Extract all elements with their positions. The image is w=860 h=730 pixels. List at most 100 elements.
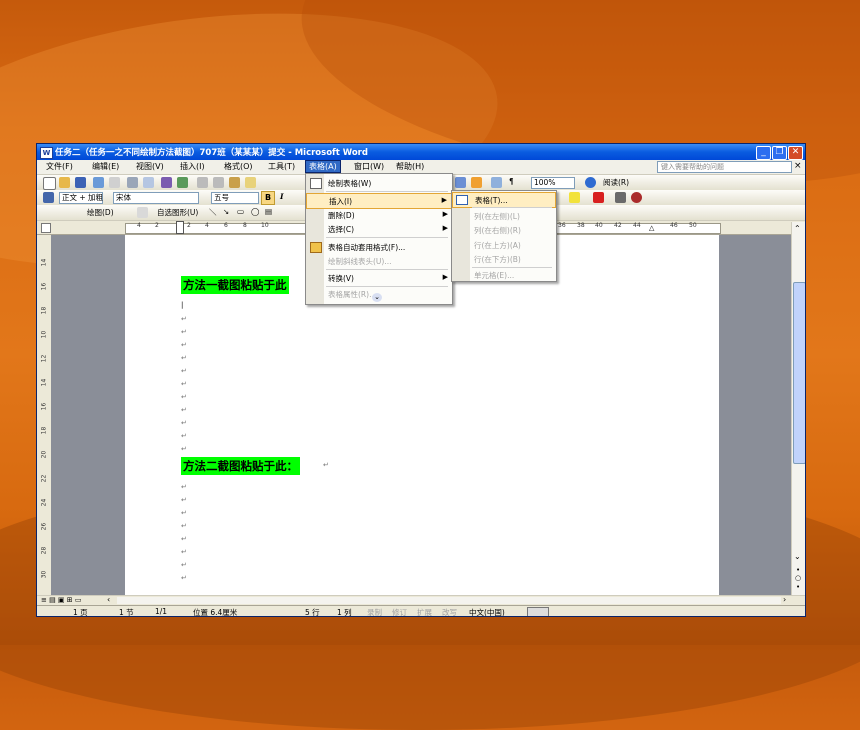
ruler-tick: 36 [558,222,566,229]
print-preview-icon[interactable] [143,177,154,188]
new-icon[interactable] [43,177,56,190]
restore-button[interactable]: ❐ [772,146,787,160]
menu-item-autoformat[interactable]: 表格自动套用格式(F)... [306,240,452,254]
status-language: 中文(中国) [469,608,505,617]
title-bar[interactable]: W 任务二（任务一之不同绘制方法截图）707班（某某某）提交 - Microso… [37,144,805,160]
columns-icon[interactable] [455,177,466,188]
vruler-tick: 20 [40,450,48,459]
prev-page-icon[interactable]: • [796,566,800,574]
help-icon[interactable] [585,177,596,188]
right-indent-marker[interactable]: △ [649,224,654,232]
zoom-dropdown[interactable]: 100% [531,177,575,189]
menu-insert[interactable]: 插入(I) [177,161,208,172]
minimize-button[interactable]: _ [756,146,771,160]
bold-button[interactable]: B [261,191,275,205]
italic-button[interactable]: I [280,192,284,201]
menu-item-convert[interactable]: 转换(V) ▶ [306,271,452,285]
autoshapes-button[interactable]: 自选图形(U) [157,207,198,218]
status-trk[interactable]: 修订 [392,607,407,616]
draw-table-icon [310,178,322,189]
scroll-thumb[interactable] [793,282,805,464]
status-rec[interactable]: 录制 [367,607,382,616]
select-objects-icon[interactable] [137,207,148,218]
menu-item-select[interactable]: 选择(C) ▶ [306,222,452,236]
horizontal-scrollbar[interactable]: ≡ ▤ ▣ ⊞ ▭ ‹ › [37,595,805,605]
scroll-up-icon[interactable]: ⌃ [794,224,801,233]
scroll-left-icon[interactable]: ‹ [107,595,110,604]
menu-file[interactable]: 文件(F) [43,161,76,172]
close-button[interactable]: ✕ [788,146,803,160]
textbox-icon[interactable]: ▤ [265,207,272,216]
research-icon[interactable] [177,177,188,188]
styles-icon[interactable] [43,192,54,203]
open-icon[interactable] [59,177,70,188]
vruler-tick: 14 [40,258,48,267]
ruler-tick: 40 [595,222,603,229]
expand-menu-icon[interactable]: ⌄ [372,293,382,302]
permission-icon[interactable] [93,177,104,188]
vertical-ruler: 14 16 18 10 12 14 16 18 20 22 24 26 28 3… [37,235,51,595]
cut-icon[interactable] [197,177,208,188]
menu-window[interactable]: 窗口(W) [351,161,387,172]
rectangle-icon[interactable]: ▭ [237,207,244,216]
indent-marker[interactable] [176,221,184,234]
ruler-tick: 6 [224,222,228,229]
email-icon[interactable] [109,177,120,188]
word-app-icon[interactable]: W [40,147,53,159]
format-painter-icon[interactable] [245,177,256,188]
menu-format[interactable]: 格式(O) [221,161,256,172]
font-color-icon[interactable] [593,192,604,203]
view-buttons[interactable]: ≡ ▤ ▣ ⊞ ▭ [41,596,81,604]
menu-item-label: 转换(V) [328,274,354,283]
menu-item-delete[interactable]: 删除(D) ▶ [306,208,452,222]
next-page-icon[interactable]: • [796,583,800,591]
paste-icon[interactable] [229,177,240,188]
submenu-arrow-icon: ▶ [442,210,448,218]
submenu-item-row-below: 行(在下方)(B) [452,252,556,266]
submenu-item-row-above: 行(在上方)(A) [452,238,556,252]
menu-help[interactable]: 帮助(H) [393,161,427,172]
menu-edit[interactable]: 编辑(E) [89,161,122,172]
font-size-dropdown[interactable]: 五号 [211,192,259,204]
style-dropdown[interactable]: 正文 + 加粗 [59,192,103,204]
draw-menu-button[interactable]: 绘图(D) [87,207,114,218]
menu-table[interactable]: 表格(A) [305,160,341,173]
heading-method-2[interactable]: 方法二截图粘贴于此： [181,457,300,475]
window-title: 任务二（任务一之不同绘制方法截图）707班（某某某）提交 - Microsoft… [55,148,368,158]
heading-method-1[interactable]: 方法一截图粘贴于此 [181,276,289,294]
arrow-icon[interactable]: ↘ [223,207,229,216]
save-icon[interactable] [75,177,86,188]
document-map-icon[interactable] [491,177,502,188]
menu-item-draw-table[interactable]: 绘制表格(W) [306,176,452,190]
show-hide-icon[interactable]: ¶ [509,177,514,186]
status-ovr[interactable]: 改写 [442,607,457,616]
browse-object-icon[interactable]: ○ [795,574,801,582]
submenu-item-label: 表格(T)... [475,196,508,205]
menu-item-label: 绘制斜线表头(U)... [328,257,392,266]
print-icon[interactable] [127,177,138,188]
font-dropdown[interactable]: 宋体 [113,192,199,204]
copy-icon[interactable] [213,177,224,188]
spelling-status-icon[interactable] [527,607,549,616]
scroll-down-icon[interactable]: ⌄ [794,552,801,561]
highlight-icon[interactable] [569,192,580,203]
tab-selector-icon[interactable] [41,223,51,233]
vertical-scrollbar[interactable]: ⌃ ⌄ • ○ • [791,222,805,596]
enclose-char-icon[interactable] [631,192,642,203]
drawing-icon[interactable] [471,177,482,188]
help-search-input[interactable]: 键入需要帮助的问题 [657,161,792,173]
phonetic-icon[interactable] [615,192,626,203]
oval-icon[interactable]: ◯ [251,207,259,216]
paragraph-mark: ↵ [181,419,187,427]
read-button[interactable]: 阅读(R) [603,177,629,188]
spelling-icon[interactable] [161,177,172,188]
menu-view[interactable]: 视图(V) [133,161,167,172]
ruler-tick: 38 [577,222,585,229]
status-ext[interactable]: 扩展 [417,607,432,616]
line-icon[interactable]: ＼ [209,207,217,218]
doc-close-icon[interactable]: × [794,161,802,171]
submenu-item-table[interactable]: 表格(T)... [452,192,556,208]
menu-item-insert[interactable]: 插入(I) ▶ [306,193,452,209]
scroll-right-icon[interactable]: › [783,595,786,604]
menu-tools[interactable]: 工具(T) [265,161,298,172]
